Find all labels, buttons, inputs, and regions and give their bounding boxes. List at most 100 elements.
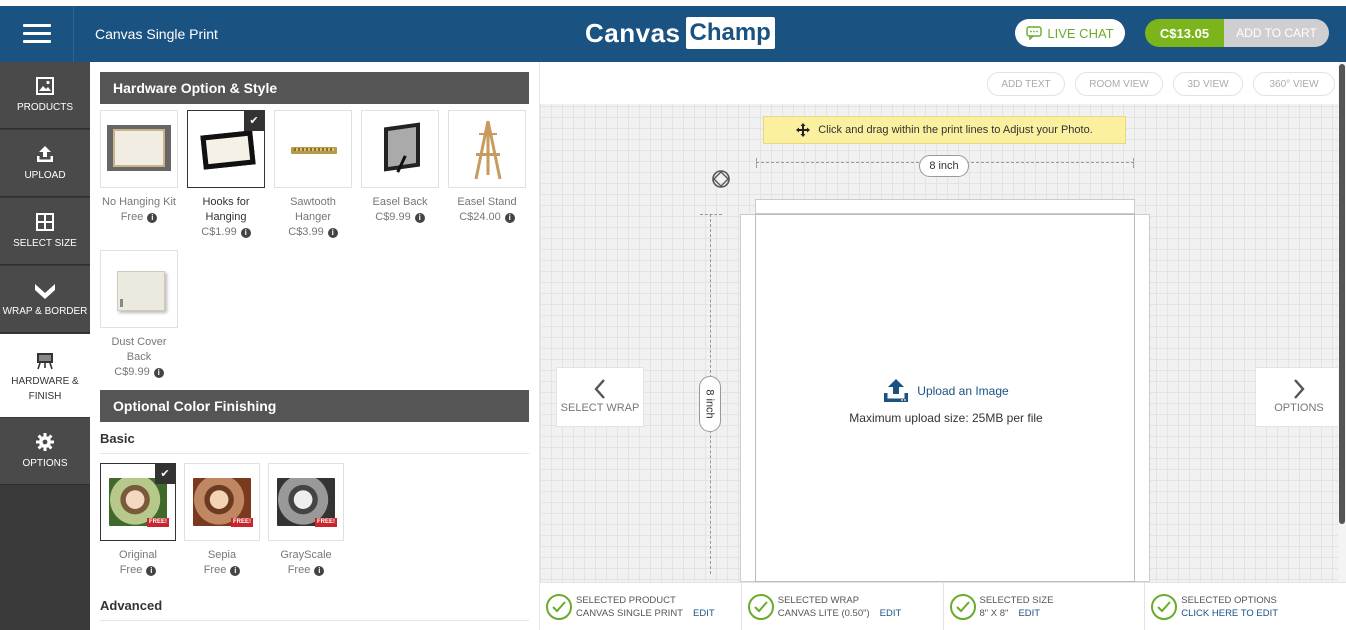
info-icon[interactable]: i <box>327 228 338 238</box>
add-text-button[interactable]: ADD TEXT <box>987 72 1065 96</box>
finish-name: GrayScale <box>280 549 332 561</box>
upload-image-label: Upload an Image <box>917 384 1009 398</box>
free-badge: FREE! <box>315 518 337 527</box>
summary-title: SELECTED WRAP <box>777 594 860 606</box>
view-toolbar: ADD TEXT ROOM VIEW 3D VIEW 360° VIEW <box>540 62 1346 104</box>
top-bar: Canvas Single Print Canvas Champ LIVE CH… <box>0 6 1346 62</box>
upload-image-link[interactable]: Upload an Image <box>756 379 1136 403</box>
edit-options-link[interactable]: CLICK HERE TO EDIT <box>1181 607 1278 620</box>
summary-value: CANVAS SINGLE PRINT <box>576 607 683 619</box>
summary-value: 8" X 8" <box>979 607 1009 619</box>
menu-button[interactable] <box>0 6 74 62</box>
hamburger-icon <box>22 24 51 44</box>
finish-option-sepia[interactable]: FREE! Sepia Free i <box>184 463 260 578</box>
hardware-name: Hooks for <box>202 196 250 208</box>
finish-price: Free <box>203 564 227 576</box>
sidebar-item-select-size[interactable]: SELECT SIZE <box>0 198 90 265</box>
live-chat-button[interactable]: LIVE CHAT <box>1015 19 1125 47</box>
hardware-name-line2: Hanging <box>205 211 247 223</box>
info-icon[interactable]: i <box>314 566 325 576</box>
drag-hint: Click and drag within the print lines to… <box>763 116 1126 144</box>
edit-wrap-link[interactable]: EDIT <box>880 608 902 619</box>
hardware-price: Free <box>120 211 144 223</box>
finish-option-original[interactable]: FREE! ✔ Original Free i <box>100 463 176 578</box>
hardware-price-row: C$9.99 i <box>361 210 439 225</box>
info-icon[interactable]: i <box>504 213 515 223</box>
summary-title: SELECTED PRODUCT <box>576 594 676 606</box>
hardware-name-line2: Hanger <box>294 211 332 223</box>
info-icon[interactable]: i <box>147 213 158 223</box>
options-panel: Hardware Option & Style No Hanging Kit F… <box>90 62 540 630</box>
cart-group: C$13.05 ADD TO CART <box>1145 19 1329 47</box>
finish-price: Free <box>287 564 311 576</box>
design-workspace[interactable]: ADD TEXT ROOM VIEW 3D VIEW 360° VIEW Cli… <box>540 62 1346 582</box>
options-nav-label: OPTIONS <box>1274 402 1324 414</box>
workspace-scrollbar[interactable] <box>1338 62 1346 582</box>
finish-option-grayscale[interactable]: FREE! GrayScale Free i <box>268 463 344 578</box>
sidebar-item-options[interactable]: OPTIONS <box>0 418 90 485</box>
hardware-price: C$9.99 <box>375 211 411 223</box>
select-wrap-nav-button[interactable]: SELECT WRAP <box>556 367 644 427</box>
move-icon <box>796 123 811 137</box>
logo[interactable]: Canvas Champ <box>585 16 775 50</box>
rotate-icon[interactable] <box>710 168 732 190</box>
hardware-name: Easel Back <box>372 196 428 208</box>
grid-icon <box>36 213 54 231</box>
hardware-option-sawtooth[interactable]: Sawtooth Hanger C$3.99 i <box>274 110 352 240</box>
3d-view-button[interactable]: 3D VIEW <box>1173 72 1243 96</box>
hardware-option-no-hanging-kit[interactable]: No Hanging Kit Free i <box>100 110 178 225</box>
hardware-thumbnail <box>448 110 526 188</box>
finish-price-row: Free i <box>100 563 176 578</box>
info-icon[interactable]: i <box>414 213 425 223</box>
summary-value-row: CANVAS LITE (0.50") EDIT <box>778 607 902 620</box>
summary-title: SELECTED OPTIONS <box>1181 594 1277 606</box>
360-view-button[interactable]: 360° VIEW <box>1253 72 1335 96</box>
hardware-option-hooks[interactable]: ✔ Hooks for Hanging C$1.99 i <box>187 110 265 240</box>
sidebar-item-products[interactable]: PRODUCTS <box>0 62 90 129</box>
summary-size: SELECTED SIZE 8" X 8" EDIT <box>944 583 1146 630</box>
select-wrap-label: SELECT WRAP <box>560 402 640 414</box>
summary-title: SELECTED SIZE <box>979 594 1054 606</box>
width-label: 8 inch <box>919 155 969 177</box>
info-icon[interactable]: i <box>146 566 157 576</box>
page-title: Canvas Single Print <box>95 26 218 42</box>
free-badge: FREE! <box>231 518 253 527</box>
add-to-cart-button[interactable]: ADD TO CART <box>1224 19 1329 47</box>
sidebar-item-wrap-border[interactable]: WRAP & BORDER <box>0 266 90 333</box>
hardware-price-row: C$24.00 i <box>448 210 526 225</box>
hardware-price: C$24.00 <box>459 211 501 223</box>
hardware-option-dust-cover[interactable]: Dust Cover Back C$9.99 i <box>100 250 178 380</box>
upload-area: Upload an Image Maximum upload size: 25M… <box>756 379 1136 425</box>
info-icon[interactable]: i <box>153 368 164 378</box>
hardware-option-easel-back[interactable]: Easel Back C$9.99 i <box>361 110 439 225</box>
summary-text: SELECTED WRAP CANVAS LITE (0.50") EDIT <box>778 594 902 620</box>
upload-size-note: Maximum upload size: 25MB per file <box>849 411 1043 425</box>
finish-name: Sepia <box>207 549 237 561</box>
photo-original: FREE! <box>109 478 169 527</box>
easel-stand-illustration <box>474 120 502 180</box>
scrollbar-thumb[interactable] <box>1339 64 1345 524</box>
check-circle-icon <box>1151 593 1178 620</box>
basic-subheading: Basic <box>100 431 529 454</box>
canvas-top-edge <box>755 199 1135 214</box>
upload-icon <box>884 379 909 402</box>
hardware-price: C$9.99 <box>114 366 150 378</box>
chevron-right-icon <box>1294 379 1305 399</box>
room-view-button[interactable]: ROOM VIEW <box>1075 72 1163 96</box>
summary-wrap: SELECTED WRAP CANVAS LITE (0.50") EDIT <box>742 583 944 630</box>
edit-size-link[interactable]: EDIT <box>1018 608 1040 619</box>
chevron-left-icon <box>594 379 605 399</box>
sidebar-item-hardware-finish[interactable]: HARDWARE & FINISH <box>0 334 90 417</box>
info-icon[interactable]: i <box>240 228 251 238</box>
info-icon[interactable]: i <box>230 566 241 576</box>
sidebar-label: UPLOAD <box>24 170 66 181</box>
finish-price: Free <box>119 564 143 576</box>
canvas-preview[interactable]: Upload an Image Maximum upload size: 25M… <box>755 214 1135 582</box>
hardware-name: Sawtooth <box>290 196 336 208</box>
check-circle-icon <box>546 593 572 620</box>
hardware-name: No Hanging Kit <box>102 196 176 208</box>
options-nav-button[interactable]: OPTIONS <box>1255 367 1343 427</box>
edit-product-link[interactable]: EDIT <box>693 608 715 619</box>
sidebar-item-upload[interactable]: UPLOAD <box>0 130 90 197</box>
hardware-option-easel-stand[interactable]: Easel Stand C$24.00 i <box>448 110 526 225</box>
